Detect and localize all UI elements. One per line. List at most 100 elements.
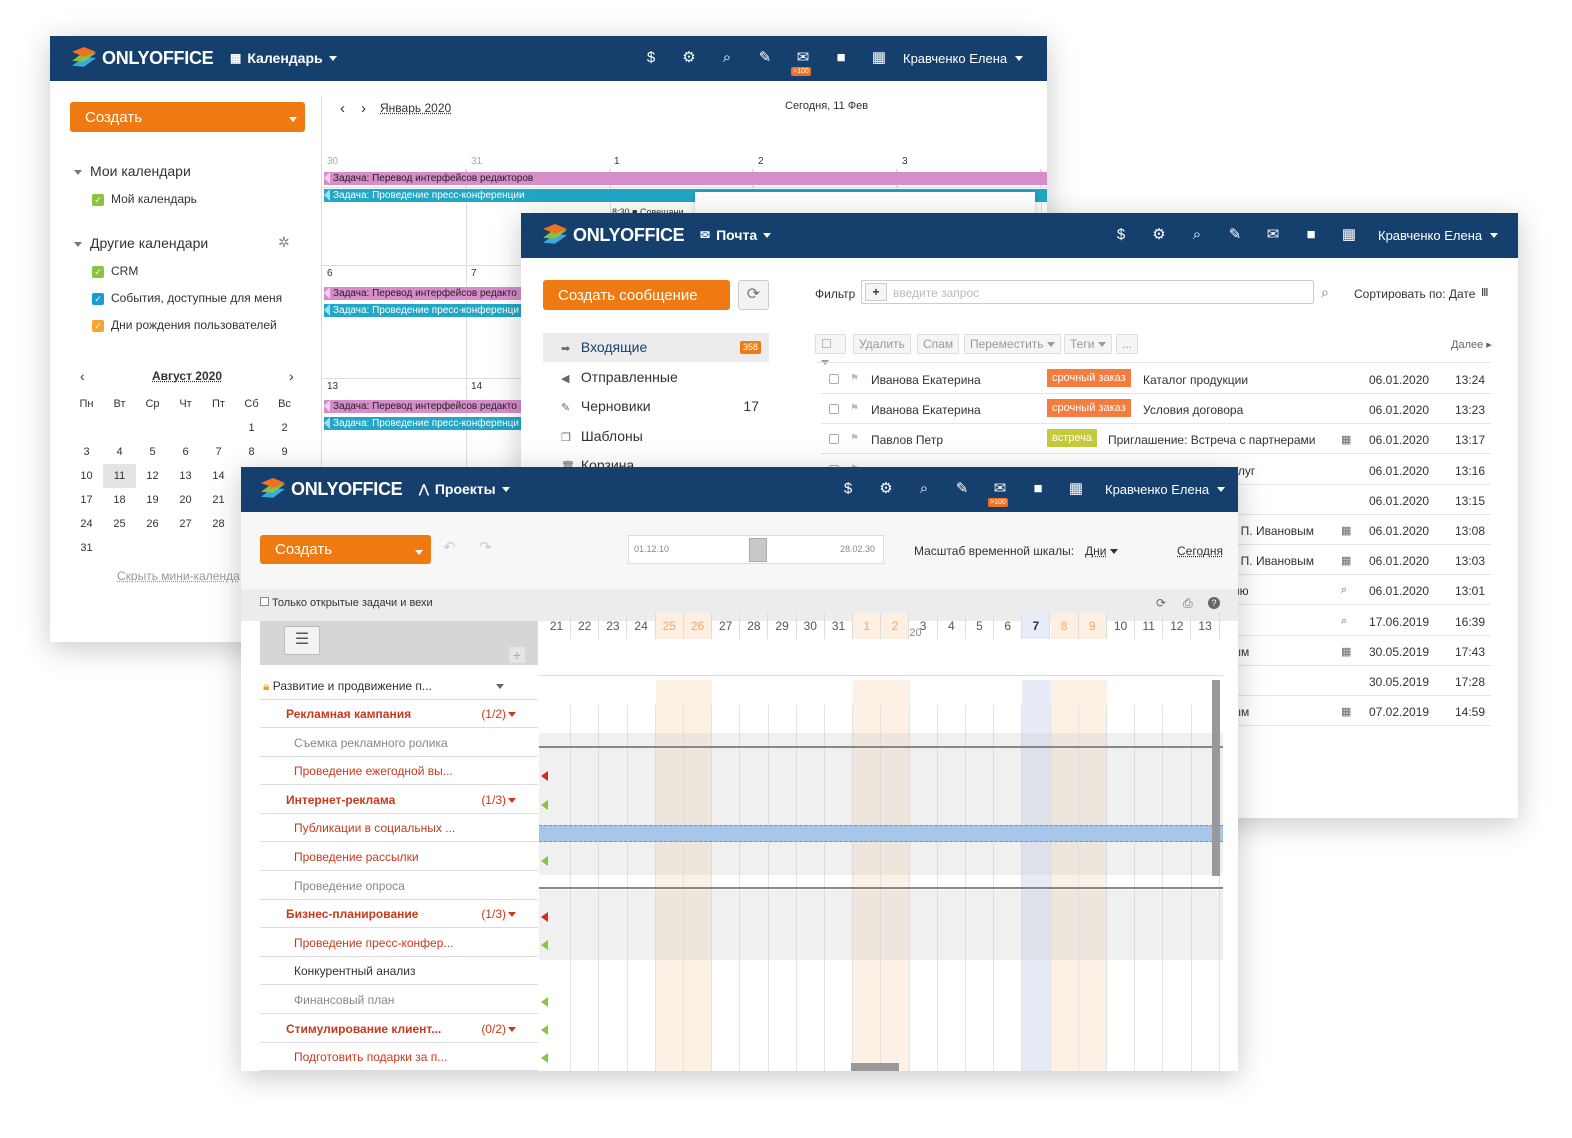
mini-day[interactable]: 24: [70, 512, 103, 536]
mini-day[interactable]: 28: [202, 512, 235, 536]
flag-icon[interactable]: ⚑: [850, 403, 859, 414]
chat-icon[interactable]: ■: [1029, 480, 1047, 498]
task-row[interactable]: Финансовый план: [260, 986, 538, 1014]
vertical-scrollbar[interactable]: [1212, 680, 1220, 876]
mini-day[interactable]: [202, 536, 235, 560]
task-row[interactable]: Подготовить подарки за п...: [260, 1043, 538, 1071]
mini-prev-icon[interactable]: ‹: [80, 368, 85, 384]
flag-icon[interactable]: ⚑: [850, 373, 859, 384]
marker-icon[interactable]: [541, 1025, 548, 1035]
delete-button[interactable]: Удалить: [853, 334, 911, 354]
feed-icon[interactable]: ✎: [1226, 226, 1244, 244]
menu-button[interactable]: ☰: [284, 626, 320, 655]
mini-day[interactable]: [103, 536, 136, 560]
search-icon[interactable]: ⌕: [1188, 226, 1206, 244]
my-calendars-header[interactable]: Мои календари: [74, 163, 191, 179]
row-checkbox[interactable]: [829, 404, 839, 415]
mail-icon[interactable]: ✉: [1264, 226, 1282, 244]
user-menu[interactable]: Кравченко Елена: [1378, 228, 1499, 243]
mini-day[interactable]: 26: [136, 512, 169, 536]
task-row[interactable]: Проведение рассылки: [260, 843, 538, 871]
day-number[interactable]: 7: [471, 268, 477, 279]
print-icon[interactable]: ⎙: [1183, 596, 1193, 611]
onlyoffice-logo[interactable]: ONLYOFFICE: [72, 47, 214, 69]
onlyoffice-logo[interactable]: ONLYOFFICE: [261, 478, 403, 500]
task-row[interactable]: Проведение опроса: [260, 872, 538, 900]
mini-day[interactable]: 25: [103, 512, 136, 536]
sort-dropdown[interactable]: Сортировать по: Дате: [1354, 287, 1475, 301]
mini-month-title[interactable]: Август 2020: [152, 369, 222, 383]
prev-month-icon[interactable]: ‹: [340, 100, 345, 117]
month-picker[interactable]: Январь 2020: [380, 101, 451, 115]
day-number[interactable]: 1: [614, 156, 620, 167]
calendar-item[interactable]: ✓ CRM: [92, 264, 138, 278]
create-button[interactable]: Создать: [70, 102, 305, 132]
gear-icon[interactable]: ⚙: [877, 480, 895, 498]
mini-day[interactable]: 9: [268, 440, 301, 464]
tag-badge[interactable]: срочный заказ: [1047, 369, 1131, 387]
timeline-range[interactable]: 01.12.10 28.02.30: [628, 535, 884, 564]
more-button[interactable]: ...: [1116, 334, 1139, 354]
select-all-checkbox[interactable]: ☐: [815, 334, 846, 366]
today-label[interactable]: Сегодня, 11 Фев: [785, 100, 868, 112]
settings-icon[interactable]: ✲: [278, 234, 290, 251]
mini-day[interactable]: 20: [169, 488, 202, 512]
add-icon[interactable]: +: [509, 647, 525, 663]
day-number[interactable]: 13: [327, 381, 338, 392]
search-icon[interactable]: ⌕: [915, 480, 933, 498]
next-page-link[interactable]: Далее ▸: [1451, 338, 1492, 351]
add-filter-button[interactable]: +: [865, 283, 887, 301]
marker-icon[interactable]: [541, 1053, 548, 1063]
calendar-event[interactable]: Задача: Перевод интерфейсов редакто: [324, 287, 524, 300]
message-row[interactable]: ⚑ Иванова Екатерина срочный заказ Условия д…: [821, 394, 1491, 425]
mini-day[interactable]: 4: [103, 440, 136, 464]
day-number[interactable]: 31: [471, 156, 482, 167]
mini-day[interactable]: [169, 536, 202, 560]
mini-day[interactable]: 21: [202, 488, 235, 512]
checkbox-icon[interactable]: ✓: [92, 265, 104, 278]
project-row[interactable]: 🔒︎ Развитие и продвижение п...: [260, 672, 538, 700]
filter-input[interactable]: + введите запрос: [861, 280, 1314, 304]
calendar-icon[interactable]: ▦: [1340, 226, 1358, 244]
mini-day[interactable]: 12: [136, 464, 169, 488]
search-icon[interactable]: ⌕: [718, 49, 736, 67]
checkbox-icon[interactable]: ✓: [92, 292, 104, 305]
mini-day[interactable]: [136, 536, 169, 560]
marker-icon[interactable]: [541, 771, 548, 781]
task-row[interactable]: Конкурентный анализ: [260, 957, 538, 986]
today-link[interactable]: Сегодня: [1177, 544, 1223, 558]
message-row[interactable]: ⚑ Иванова Екатерина срочный заказ Каталог п…: [821, 364, 1491, 394]
mini-day[interactable]: 13: [169, 464, 202, 488]
mini-day[interactable]: 19: [136, 488, 169, 512]
onlyoffice-logo[interactable]: ONLYOFFICE: [543, 224, 685, 246]
tag-badge[interactable]: срочный заказ: [1047, 399, 1131, 418]
mini-day[interactable]: 18: [103, 488, 136, 512]
mini-day[interactable]: [103, 416, 136, 440]
move-button[interactable]: Переместить: [964, 334, 1061, 354]
redo-icon[interactable]: ↷: [479, 538, 492, 556]
day-number[interactable]: 6: [327, 268, 333, 279]
mini-day[interactable]: 7: [202, 440, 235, 464]
folder-item[interactable]: ✎ Черновики 17: [543, 392, 769, 421]
user-menu[interactable]: Кравченко Елена: [1105, 482, 1226, 497]
calendar-event[interactable]: Задача: Проведение пресс-конференци: [324, 304, 524, 317]
dollar-icon[interactable]: $: [1112, 226, 1130, 244]
day-number[interactable]: 14: [471, 381, 482, 392]
range-slider[interactable]: [749, 538, 767, 562]
undo-icon[interactable]: ↶: [443, 538, 456, 556]
mini-day[interactable]: 1: [235, 416, 268, 440]
calendar-item[interactable]: ✓ Дни рождения пользователей: [92, 318, 277, 332]
dollar-icon[interactable]: $: [642, 49, 660, 67]
mini-day[interactable]: 31: [70, 536, 103, 560]
task-bar[interactable]: [539, 825, 1223, 842]
mini-next-icon[interactable]: ›: [289, 368, 294, 384]
tag-badge[interactable]: встреча: [1047, 429, 1097, 448]
gear-icon[interactable]: ⚙: [1150, 226, 1168, 244]
day-number[interactable]: 3: [902, 156, 908, 167]
tags-button[interactable]: Теги: [1064, 334, 1112, 354]
module-switcher[interactable]: ⋀ Проекты: [419, 481, 510, 497]
search-icon[interactable]: ⌕: [1321, 284, 1329, 301]
milestone-row[interactable]: Стимулирование клиент... (0/2): [260, 1015, 538, 1043]
calendar-icon[interactable]: ▦: [1067, 480, 1085, 498]
task-row[interactable]: Проведение ежегодной вы...: [260, 757, 538, 786]
